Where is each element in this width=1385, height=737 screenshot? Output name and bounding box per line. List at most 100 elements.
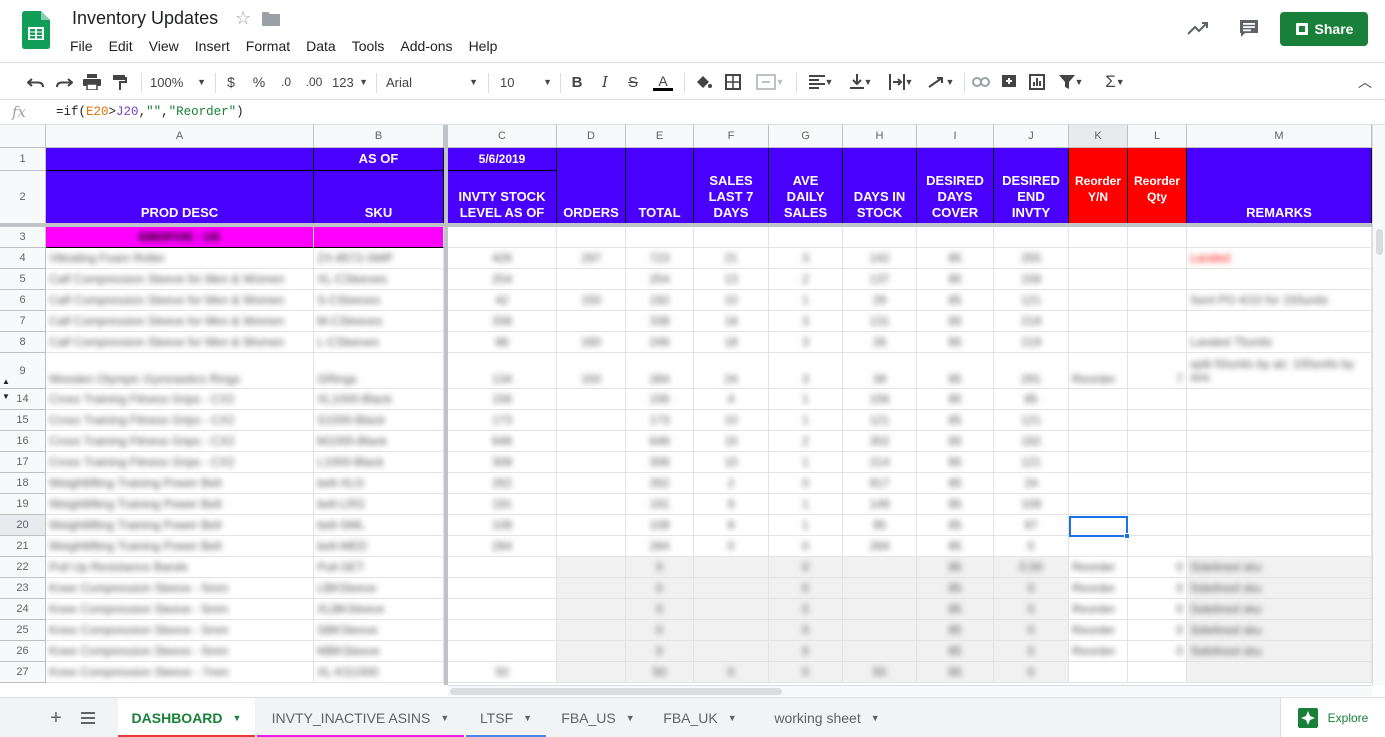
explore-button[interactable]: Explore xyxy=(1280,698,1385,737)
table-cell[interactable]: 109 xyxy=(994,494,1069,515)
row-header[interactable]: 26 xyxy=(0,641,46,662)
table-cell[interactable] xyxy=(557,578,626,599)
table-cell[interactable] xyxy=(1069,311,1128,332)
table-cell[interactable]: 137 xyxy=(843,269,917,290)
table-cell[interactable] xyxy=(1069,410,1128,431)
row-header[interactable]: 19 xyxy=(0,494,46,515)
redo-icon[interactable] xyxy=(52,70,76,94)
table-cell[interactable]: Sent PO 4/10 for 150units xyxy=(1187,290,1372,311)
table-cell[interactable] xyxy=(314,227,444,248)
table-cell[interactable] xyxy=(557,311,626,332)
table-cell[interactable]: 42 xyxy=(448,290,557,311)
table-cell[interactable]: 254 xyxy=(626,269,694,290)
row-header[interactable]: 23 xyxy=(0,578,46,599)
table-cell[interactable]: 85 xyxy=(917,494,994,515)
table-cell[interactable] xyxy=(1187,311,1372,332)
table-cell[interactable]: 3 xyxy=(769,248,843,269)
column-header-l[interactable]: L xyxy=(1128,125,1187,148)
table-cell[interactable]: 156 xyxy=(843,389,917,410)
table-cell[interactable]: 108 xyxy=(626,515,694,536)
all-sheets-icon[interactable] xyxy=(76,698,100,737)
table-cell[interactable] xyxy=(557,410,626,431)
table-cell[interactable]: L1000-Black xyxy=(314,452,444,473)
table-cell[interactable]: 97 xyxy=(994,515,1069,536)
row-header[interactable]: 22 xyxy=(0,557,46,578)
menu-help[interactable]: Help xyxy=(461,36,506,56)
table-cell[interactable]: 39 xyxy=(843,353,917,389)
table-cell[interactable]: 291 xyxy=(994,353,1069,389)
table-cell[interactable] xyxy=(557,620,626,641)
table-cell[interactable] xyxy=(557,452,626,473)
table-cell[interactable]: 214 xyxy=(843,452,917,473)
table-cell[interactable]: 0 xyxy=(1128,599,1187,620)
table-cell[interactable]: Knee Compression Sleeve - 5mm xyxy=(46,641,314,662)
table-cell[interactable]: 0 xyxy=(769,599,843,620)
table-cell[interactable]: 284 xyxy=(448,536,557,557)
table-cell[interactable] xyxy=(448,620,557,641)
text-wrap-icon[interactable]: ▼ xyxy=(884,70,918,94)
table-cell[interactable]: 3 xyxy=(769,332,843,353)
table-cell[interactable] xyxy=(557,494,626,515)
table-cell[interactable]: Weightlifting Training Power Belt xyxy=(46,536,314,557)
table-cell[interactable]: 13 xyxy=(694,269,769,290)
table-cell[interactable]: 85 xyxy=(917,269,994,290)
table-cell[interactable]: Pull-SET xyxy=(314,557,444,578)
table-cell[interactable] xyxy=(1128,536,1187,557)
table-cell[interactable]: 284 xyxy=(626,353,694,389)
table-cell[interactable] xyxy=(1187,536,1372,557)
table-cell[interactable]: 15 xyxy=(694,431,769,452)
table-cell[interactable] xyxy=(1128,431,1187,452)
table-cell[interactable] xyxy=(1128,290,1187,311)
table-cell[interactable] xyxy=(1128,494,1187,515)
column-header-m[interactable]: M xyxy=(1187,125,1372,148)
table-cell[interactable]: Knee Compression Sleeve - 5mm xyxy=(46,620,314,641)
functions-icon[interactable]: Σ ▼ xyxy=(1098,70,1132,94)
table-cell[interactable]: 297 xyxy=(557,248,626,269)
table-cell[interactable]: 7 xyxy=(1128,353,1187,389)
table-cell[interactable] xyxy=(1187,269,1372,290)
table-cell[interactable]: 85 xyxy=(917,473,994,494)
table-cell[interactable]: 131 xyxy=(843,311,917,332)
row-header[interactable]: 4 xyxy=(0,248,46,269)
row-header[interactable]: 17 xyxy=(0,452,46,473)
share-button[interactable]: Share xyxy=(1280,12,1368,46)
table-cell[interactable]: Sidelined sku xyxy=(1187,620,1372,641)
column-header-c[interactable]: C xyxy=(448,125,557,148)
table-cell[interactable]: 338 xyxy=(626,311,694,332)
table-cell[interactable]: Landed 75units xyxy=(1187,332,1372,353)
table-cell[interactable]: 219 xyxy=(994,311,1069,332)
table-cell[interactable]: Cross Training Fitness Grips - CX2 xyxy=(46,431,314,452)
table-cell[interactable]: 156 xyxy=(626,389,694,410)
paint-format-icon[interactable] xyxy=(108,70,132,94)
row-header[interactable]: 15 xyxy=(0,410,46,431)
table-cell[interactable] xyxy=(1187,410,1372,431)
vertical-scrollbar[interactable] xyxy=(1372,125,1385,685)
sheets-logo-icon[interactable] xyxy=(22,11,50,49)
row-header[interactable]: 3 xyxy=(0,227,46,248)
table-cell[interactable] xyxy=(1187,473,1372,494)
table-cell[interactable]: 85 xyxy=(917,662,994,683)
table-cell[interactable] xyxy=(843,227,917,248)
chevron-down-icon[interactable]: ▼ xyxy=(626,713,635,723)
strikethrough-icon[interactable]: S xyxy=(624,70,642,94)
sheet-tab-working-sheet[interactable]: working sheet ▼ xyxy=(752,698,902,737)
column-header-j[interactable]: J xyxy=(994,125,1069,148)
selected-cell-k20[interactable] xyxy=(1069,516,1128,537)
sheet-tab-dashboard[interactable]: DASHBOARD ▼ xyxy=(118,698,255,737)
currency-format-button[interactable]: $ xyxy=(222,70,240,94)
table-cell[interactable] xyxy=(1069,290,1128,311)
table-cell[interactable]: Knee Compression Sleeve - 5mm xyxy=(46,578,314,599)
table-cell[interactable]: Weightlifting Training Power Belt xyxy=(46,515,314,536)
table-cell[interactable] xyxy=(843,599,917,620)
table-cell[interactable] xyxy=(448,557,557,578)
text-rotation-icon[interactable]: ▼ xyxy=(924,70,958,94)
table-cell[interactable]: 723 xyxy=(626,248,694,269)
text-color-icon[interactable]: A xyxy=(652,70,674,94)
sheet-tab-fba-us[interactable]: FBA_US ▼ xyxy=(548,698,648,737)
table-cell[interactable]: S-CSleeves xyxy=(314,290,444,311)
table-cell[interactable] xyxy=(1128,248,1187,269)
table-cell[interactable]: 0 xyxy=(769,557,843,578)
table-cell[interactable] xyxy=(557,227,626,248)
insert-chart-icon[interactable] xyxy=(1026,70,1048,94)
table-cell[interactable]: 24 xyxy=(694,353,769,389)
